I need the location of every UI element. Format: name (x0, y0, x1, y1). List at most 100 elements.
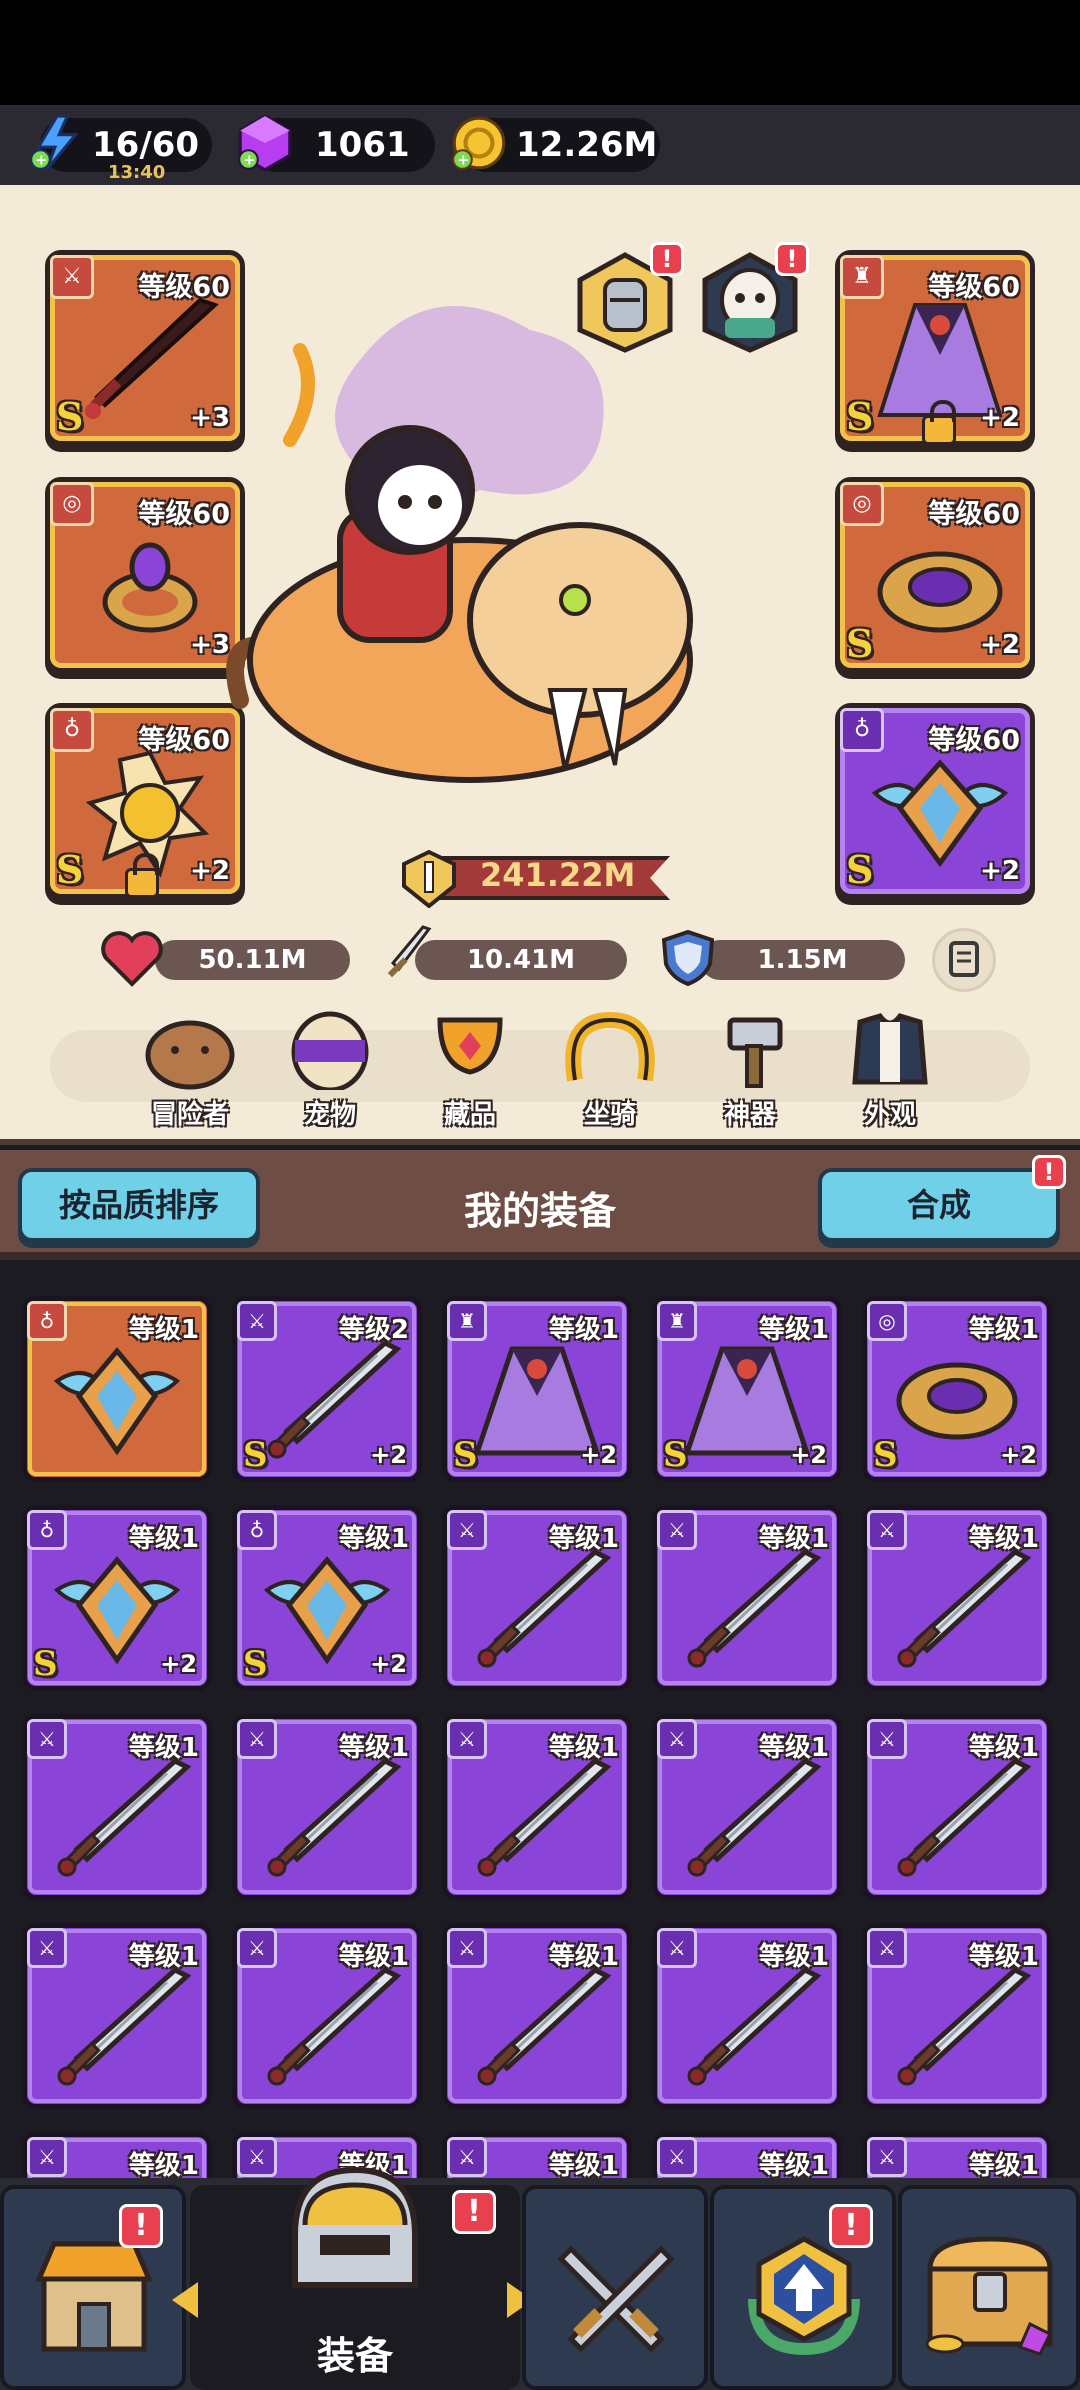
nav-shop[interactable]: ! (0, 2185, 186, 2390)
armor-icon: ♜ (447, 1301, 487, 1341)
item-sword-icon (257, 1967, 407, 2092)
nav-battle[interactable] (522, 2185, 708, 2390)
equip-slot-necklace-2[interactable]: ♁ 等级60 S +2 (835, 703, 1035, 899)
inventory-item[interactable]: ⚔ 等级1 (22, 1923, 212, 2109)
tab-pet[interactable]: 宠物 (265, 1010, 395, 1131)
sword-icon: ⚔ (657, 1510, 697, 1550)
inventory-item[interactable]: ⚔ 等级1 (232, 1923, 422, 2109)
sword-icon: ⚔ (447, 1510, 487, 1550)
item-sword-icon (47, 1967, 197, 2092)
inventory-item[interactable]: ⚔ 等级1 (22, 1714, 212, 1900)
mount-knight-button[interactable]: ! (570, 242, 684, 355)
inventory-item[interactable]: ♁ 等级1 S +2 (22, 1505, 212, 1691)
item-sword-icon (467, 1758, 617, 1883)
sword-icon: ⚔ (50, 255, 94, 299)
alert-badge: ! (119, 2204, 163, 2248)
inventory-item[interactable]: ⚔ 等级1 (442, 1714, 632, 1900)
my-equipment-title: 我的装备 (463, 1189, 616, 1233)
energy-timer: 13:40 (108, 162, 166, 183)
tab-collection[interactable]: 藏品 (405, 1010, 535, 1131)
gold-counter[interactable]: + 12.26M (452, 116, 660, 172)
merge-button[interactable]: 合成 (818, 1168, 1060, 1242)
necklace-icon: ♁ (840, 708, 884, 752)
treasure-chest-icon (925, 2236, 1053, 2356)
inventory-item[interactable]: ♜ 等级1 S +2 (442, 1296, 632, 1482)
inventory-item[interactable]: ♁ 等级1 S +2 (232, 1505, 422, 1691)
inventory-item[interactable]: ♜ 等级1 S +2 (652, 1296, 842, 1482)
tab-mount[interactable]: 坐骑 (545, 1010, 675, 1131)
armor-icon: ♜ (840, 255, 884, 299)
item-level: 等级1 (758, 2151, 829, 2178)
item-grade: S (243, 1644, 268, 1684)
alert-badge: ! (829, 2204, 873, 2248)
necklace-icon: ♁ (237, 1510, 277, 1550)
sword-icon: ⚔ (657, 2137, 697, 2177)
inventory-item[interactable]: ⚔ 等级1 (442, 1505, 632, 1691)
inventory-item[interactable]: ⚔ 等级1 (862, 1714, 1052, 1900)
svg-text:+: + (35, 153, 47, 169)
gold-value: 12.26M (516, 125, 658, 165)
lock-icon (125, 853, 159, 898)
inventory-item[interactable]: ⚔ 等级1 (652, 1923, 842, 2109)
item-plus: +2 (580, 1441, 617, 1469)
tab-adventurer[interactable]: 冒险者 (125, 1010, 255, 1131)
gem-icon: + (238, 114, 292, 172)
inventory-item[interactable]: ♁ 等级1 (22, 1296, 212, 1482)
inventory-item[interactable]: ⚔ 等级1 (232, 1714, 422, 1900)
sword-icon: ⚔ (237, 1719, 277, 1759)
equip-slot-armor[interactable]: ♜ 等级60 S +2 (835, 250, 1035, 446)
capybara-icon (145, 1020, 235, 1090)
tab-artifact[interactable]: 神器 (685, 1010, 815, 1131)
item-necklace-icon (47, 1341, 187, 1465)
item-sword-icon (887, 1758, 1037, 1883)
sword-icon: ⚔ (447, 1928, 487, 1968)
sword-icon: ⚔ (27, 1719, 67, 1759)
inventory-item[interactable]: ⚔ 等级1 (652, 1714, 842, 1900)
nav-upgrade[interactable]: ! (710, 2185, 896, 2390)
item-sword-icon (677, 1967, 827, 2092)
item-plus: +2 (160, 1650, 197, 1678)
chevron-left-icon (172, 2282, 198, 2318)
inventory-item[interactable]: ⚔ 等级1 (862, 1505, 1052, 1691)
trophy-icon (437, 1017, 503, 1075)
inventory-item[interactable]: ⚔ 等级1 (652, 2132, 842, 2178)
inventory-item[interactable]: ⚔ 等级1 (442, 2132, 632, 2178)
item-ring-icon (887, 1341, 1027, 1455)
alert-badge: ! (650, 242, 684, 276)
inventory-item[interactable]: ◎ 等级1 S +2 (862, 1296, 1052, 1482)
item-grade: S (873, 1435, 898, 1475)
details-button[interactable] (932, 928, 996, 992)
necklace-icon: ♁ (27, 1301, 67, 1341)
purple-gem-ring-icon (102, 542, 198, 633)
sword-icon: ⚔ (237, 1301, 277, 1341)
shop-icon (35, 2241, 153, 2352)
inventory-item[interactable]: ⚔ 等级2 S +2 (232, 1296, 422, 1482)
svg-text:+: + (457, 153, 469, 169)
gem-counter[interactable]: + 1061 (238, 114, 435, 172)
egg-icon (291, 1011, 369, 1093)
nav-treasure[interactable] (898, 2185, 1080, 2390)
item-plus: +2 (370, 1650, 407, 1678)
ring-icon: ◎ (867, 1301, 907, 1341)
inventory-item[interactable]: ⚔ 等级1 (862, 2132, 1052, 2178)
status-bar (0, 0, 1080, 105)
sort-by-quality-button[interactable]: 按品质排序 (18, 1168, 260, 1242)
power-value: 241.22M (480, 856, 636, 894)
inventory-item[interactable]: ⚔ 等级1 (862, 1923, 1052, 2109)
item-level: 等级1 (968, 2151, 1039, 2178)
pet-ghost-button[interactable]: ! (695, 242, 809, 355)
sword-icon: ⚔ (657, 1719, 697, 1759)
sword-icon: ⚔ (867, 1510, 907, 1550)
nav-equipment[interactable]: ! 装备 (172, 2166, 533, 2390)
armor-icon: ♜ (657, 1301, 697, 1341)
horseshoe-icon (565, 1011, 655, 1082)
item-sword-icon (257, 1758, 407, 1883)
inventory-item[interactable]: ⚔ 等级1 (22, 2132, 212, 2178)
equip-slot-ring-2[interactable]: ◎ 等级60 S +2 (835, 477, 1035, 673)
inventory-item[interactable]: ⚔ 等级1 (652, 1505, 842, 1691)
alert-badge: ! (452, 2190, 496, 2234)
item-plus: +2 (370, 1441, 407, 1469)
tab-appearance[interactable]: 外观 (825, 1010, 955, 1131)
sword-icon: ⚔ (27, 2137, 67, 2177)
inventory-item[interactable]: ⚔ 等级1 (442, 1923, 632, 2109)
